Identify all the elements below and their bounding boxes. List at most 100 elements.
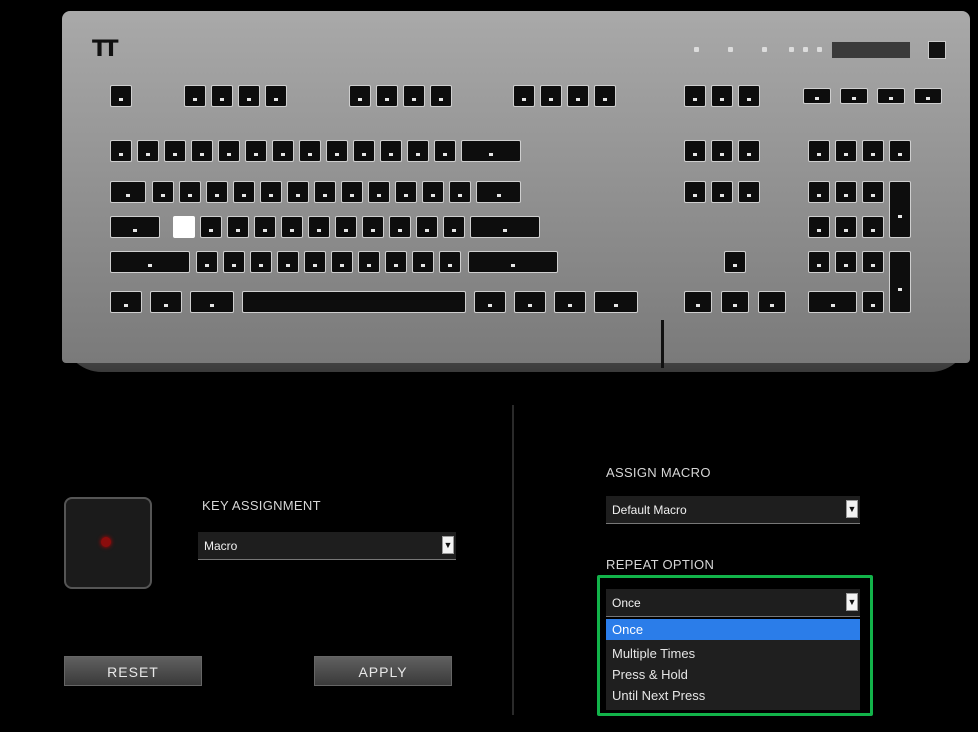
key-letter[interactable] <box>281 216 303 238</box>
key-num-row[interactable] <box>272 140 294 162</box>
key-arrow[interactable] <box>721 291 749 313</box>
key-num-row[interactable] <box>191 140 213 162</box>
key-letter[interactable] <box>443 216 465 238</box>
key-media-2[interactable] <box>877 88 905 104</box>
key-letter[interactable] <box>308 216 330 238</box>
key-nav[interactable] <box>684 140 706 162</box>
key-assignment-select[interactable]: Macro ▼ <box>198 532 456 560</box>
key-letter[interactable] <box>260 181 282 203</box>
key-letter[interactable] <box>250 251 272 273</box>
key-menu[interactable] <box>554 291 586 313</box>
key-esc[interactable] <box>110 85 132 107</box>
key-numpad-enter[interactable] <box>889 251 911 313</box>
key-num-row[interactable] <box>326 140 348 162</box>
key-f6[interactable] <box>376 85 398 107</box>
key-letter[interactable] <box>341 181 363 203</box>
key-letter[interactable] <box>200 216 222 238</box>
key-media-3[interactable] <box>914 88 942 104</box>
key-numpad[interactable] <box>835 140 857 162</box>
chevron-down-icon[interactable]: ▼ <box>846 500 858 518</box>
key-letter[interactable] <box>196 251 218 273</box>
key-letter[interactable] <box>449 181 471 203</box>
key-numpad[interactable] <box>808 216 830 238</box>
key-f5[interactable] <box>349 85 371 107</box>
key-nav[interactable] <box>738 140 760 162</box>
key-tab[interactable] <box>110 181 146 203</box>
key-letter[interactable] <box>422 181 444 203</box>
key-left-shift[interactable] <box>110 251 190 273</box>
key-num-row[interactable] <box>407 140 429 162</box>
key-f4[interactable] <box>265 85 287 107</box>
key-enter[interactable] <box>470 216 540 238</box>
key-numpad[interactable] <box>835 216 857 238</box>
key-numpad[interactable] <box>835 251 857 273</box>
key-arrow[interactable] <box>758 291 786 313</box>
key-f1[interactable] <box>184 85 206 107</box>
key-letter[interactable] <box>412 251 434 273</box>
key-letter[interactable] <box>233 181 255 203</box>
key-f3[interactable] <box>238 85 260 107</box>
key-letter[interactable] <box>439 251 461 273</box>
key-nav[interactable] <box>711 140 733 162</box>
key-ctrl-right[interactable] <box>594 291 638 313</box>
key-numpad[interactable] <box>862 140 884 162</box>
key-right-shift[interactable] <box>468 251 558 273</box>
key-f10[interactable] <box>540 85 562 107</box>
key-letter[interactable] <box>335 216 357 238</box>
key-arrow[interactable] <box>684 291 712 313</box>
key-letter[interactable] <box>287 181 309 203</box>
key-f9[interactable] <box>513 85 535 107</box>
key-media-1[interactable] <box>840 88 868 104</box>
key-nav[interactable] <box>738 181 760 203</box>
key-numpad-0[interactable] <box>808 291 857 313</box>
key-letter[interactable] <box>362 216 384 238</box>
key-win[interactable] <box>150 291 182 313</box>
keyboard-top-button[interactable] <box>928 41 946 59</box>
key-letter[interactable] <box>331 251 353 273</box>
key-f2[interactable] <box>211 85 233 107</box>
key-letter[interactable] <box>314 181 336 203</box>
key-nav[interactable] <box>711 181 733 203</box>
assign-macro-select[interactable]: Default Macro ▼ <box>606 496 860 524</box>
key-sys-2[interactable] <box>738 85 760 107</box>
key-numpad[interactable] <box>808 251 830 273</box>
key-letter[interactable] <box>304 251 326 273</box>
key-letter[interactable] <box>206 181 228 203</box>
reset-button[interactable]: RESET <box>64 656 202 686</box>
key-f12[interactable] <box>594 85 616 107</box>
key-num-row[interactable] <box>434 140 456 162</box>
key-letter[interactable] <box>358 251 380 273</box>
key-numpad-dot[interactable] <box>862 291 884 313</box>
key-a[interactable] <box>173 216 195 238</box>
key-caps-lock[interactable] <box>110 216 160 238</box>
key-letter[interactable] <box>223 251 245 273</box>
key-f7[interactable] <box>403 85 425 107</box>
key-letter[interactable] <box>179 181 201 203</box>
key-letter[interactable] <box>254 216 276 238</box>
chevron-down-icon[interactable]: ▼ <box>442 536 454 554</box>
key-backslash[interactable] <box>476 181 521 203</box>
key-letter[interactable] <box>277 251 299 273</box>
apply-button[interactable]: APPLY <box>314 656 452 686</box>
key-sys-0[interactable] <box>684 85 706 107</box>
key-nav[interactable] <box>684 181 706 203</box>
key-ctrl[interactable] <box>110 291 142 313</box>
key-alt-right[interactable] <box>474 291 506 313</box>
key-letter[interactable] <box>227 216 249 238</box>
key-num-row[interactable] <box>353 140 375 162</box>
key-numpad-plus[interactable] <box>889 181 911 238</box>
key-num-row[interactable] <box>110 140 132 162</box>
key-num-row[interactable] <box>299 140 321 162</box>
key-numpad[interactable] <box>808 140 830 162</box>
key-letter[interactable] <box>389 216 411 238</box>
key-num-row[interactable] <box>137 140 159 162</box>
key-arrow-up[interactable] <box>724 251 746 273</box>
key-num-row[interactable] <box>245 140 267 162</box>
key-num-row[interactable] <box>164 140 186 162</box>
key-numpad[interactable] <box>862 251 884 273</box>
key-numpad[interactable] <box>862 181 884 203</box>
key-letter[interactable] <box>395 181 417 203</box>
key-letter[interactable] <box>152 181 174 203</box>
key-num-row[interactable] <box>218 140 240 162</box>
key-numpad[interactable] <box>808 181 830 203</box>
